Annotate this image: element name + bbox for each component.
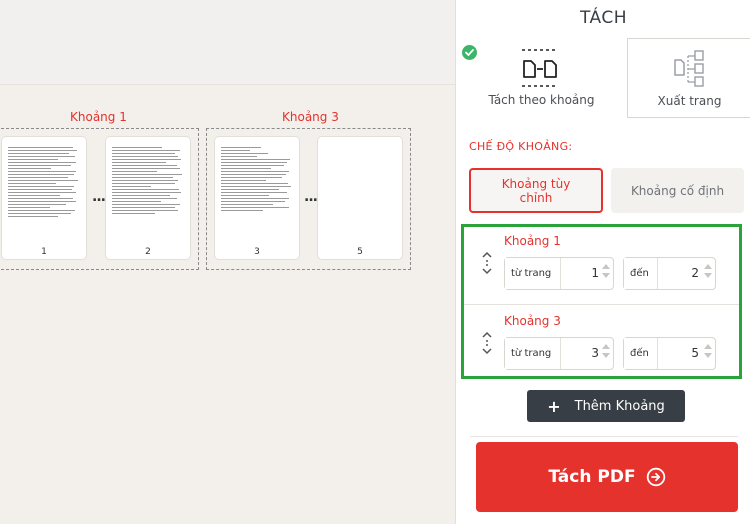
page-number: 3 [254, 247, 260, 257]
tab-extract-pages[interactable]: Xuất trang [627, 38, 750, 118]
split-range-icon [522, 49, 558, 87]
from-page-input[interactable]: từ trang 3 [504, 337, 614, 370]
ranges-list: Khoảng 1 từ trang 1 đến 2 Khoảng 3 từ tr… [461, 224, 742, 379]
page-text-lines [112, 147, 184, 241]
from-page-stepper[interactable] [602, 342, 610, 364]
page-number: 2 [145, 247, 151, 257]
range-title: Khoảng 1 [504, 234, 561, 248]
range-mode-label: CHẾ ĐỘ KHOẢNG: [469, 140, 573, 153]
page-text-lines [221, 147, 293, 241]
sidebar-title: TÁCH [579, 8, 628, 28]
custom-range-button[interactable]: Khoảng tùy chỉnh [469, 168, 603, 213]
page-number: 1 [41, 247, 47, 257]
plus-icon: + [547, 396, 561, 416]
tab-split-by-range-label: Tách theo khoảng [488, 93, 595, 107]
fixed-range-button[interactable]: Khoảng cố định [611, 168, 744, 213]
fixed-range-label: Khoảng cố định [630, 183, 725, 198]
range-title: Khoảng 3 [504, 314, 561, 328]
from-page-input[interactable]: từ trang 1 [504, 257, 614, 290]
split-mode-tabs: Tách theo khoảng Xuất trang [456, 38, 750, 118]
page-thumbnail[interactable]: 2 [106, 137, 190, 259]
page-text-lines [8, 147, 80, 241]
page-thumbnail[interactable]: 1 [2, 137, 86, 259]
preview-range-1-label: Khoảng 1 [70, 110, 127, 124]
range-row: Khoảng 1 từ trang 1 đến 2 [464, 227, 739, 305]
from-page-prefix: từ trang [505, 338, 561, 369]
preview-toolbar-area [0, 0, 455, 85]
to-page-value: 2 [691, 266, 699, 280]
split-pdf-button[interactable]: Tách PDF [476, 442, 738, 512]
from-page-prefix: từ trang [505, 258, 561, 289]
arrow-right-circle-icon [646, 467, 665, 487]
to-page-stepper[interactable] [704, 342, 712, 364]
split-options-sidebar: TÁCH Tách theo khoảng Xuất trang CHẾ ĐỘ … [455, 0, 750, 524]
to-page-stepper[interactable] [704, 262, 712, 284]
preview-range-1-group[interactable]: 1 ... 2 [0, 128, 199, 270]
pages-ellipsis: ... [92, 189, 106, 205]
add-range-label: Thêm Khoảng [574, 398, 665, 414]
to-page-prefix: đến [624, 258, 658, 289]
from-page-value: 3 [591, 346, 599, 360]
preview-range-3-label: Khoảng 3 [282, 110, 339, 124]
preview-range-3-group[interactable]: 3 ... 5 [206, 128, 411, 270]
to-page-prefix: đến [624, 338, 658, 369]
to-page-value: 5 [691, 346, 699, 360]
page-thumbnail[interactable]: 3 [215, 137, 299, 259]
extract-pages-icon [674, 50, 704, 87]
range-row: Khoảng 3 từ trang 3 đến 5 [464, 305, 739, 383]
add-range-button[interactable]: + Thêm Khoảng [527, 390, 685, 422]
page-number: 5 [357, 247, 363, 257]
custom-range-label: Khoảng tùy chỉnh [501, 176, 571, 205]
from-page-value: 1 [591, 266, 599, 280]
tab-extract-pages-label: Xuất trang [657, 94, 722, 108]
reorder-handle-icon[interactable] [481, 251, 493, 275]
pages-ellipsis: ... [304, 189, 318, 205]
reorder-handle-icon[interactable] [481, 331, 493, 355]
check-icon [462, 45, 477, 60]
page-thumbnail[interactable]: 5 [318, 137, 402, 259]
split-pdf-label: Tách PDF [548, 467, 636, 487]
preview-area: Khoảng 1 1 ... 2 Khoảng 3 3 ... 5 [0, 0, 455, 524]
to-page-input[interactable]: đến 2 [623, 257, 716, 290]
from-page-stepper[interactable] [602, 262, 610, 284]
tab-split-by-range[interactable]: Tách theo khoảng [456, 38, 627, 118]
to-page-input[interactable]: đến 5 [623, 337, 716, 370]
